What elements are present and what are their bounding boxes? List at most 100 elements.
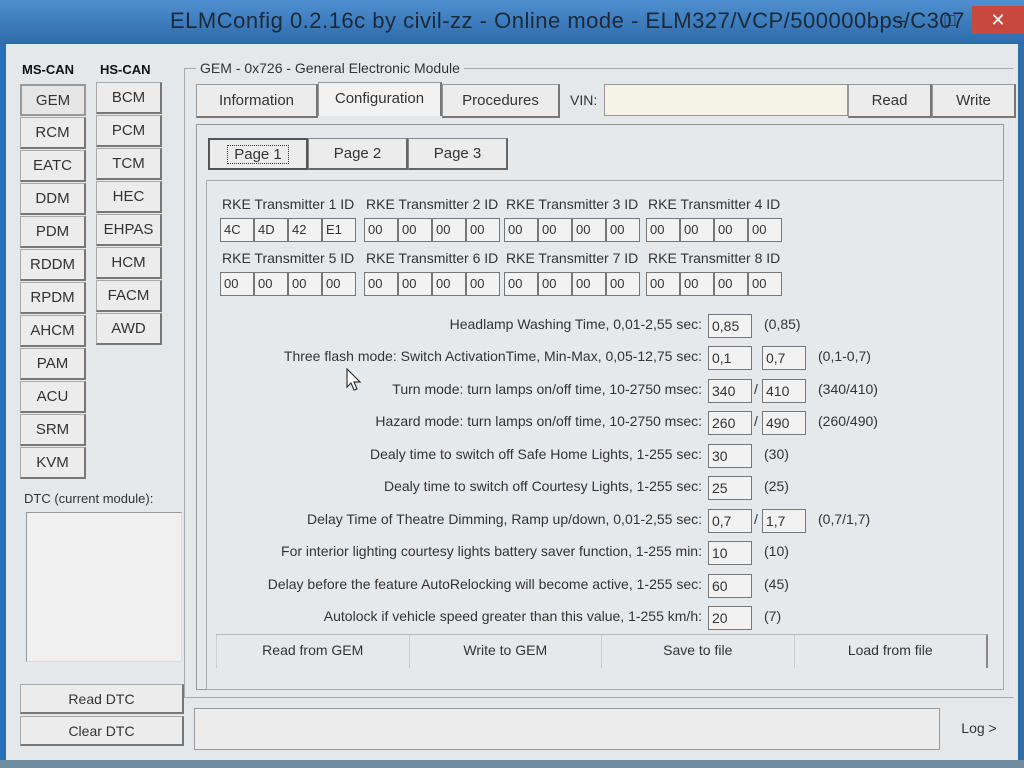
param-turn-mode-on-input[interactable]: 340 xyxy=(708,379,752,403)
page-2-tab[interactable]: Page 2 xyxy=(308,138,408,170)
write-to-gem-button[interactable]: Write to GEM xyxy=(408,635,602,668)
param-autorelock-input[interactable]: 60 xyxy=(708,574,752,598)
mouse-cursor-icon xyxy=(346,367,362,395)
param-three-flash-max-input[interactable]: 0,7 xyxy=(762,346,806,370)
rke-8-id: 00 00 00 00 xyxy=(646,272,782,296)
param-autolock-input[interactable]: 20 xyxy=(708,606,752,630)
dtc-list[interactable] xyxy=(26,512,182,662)
vin-field[interactable] xyxy=(604,84,848,116)
rke-5-byte-1[interactable]: 00 xyxy=(220,272,254,296)
page-1-label: Page 1 xyxy=(227,145,289,164)
param-headlamp-input[interactable]: 0,85 xyxy=(708,314,752,338)
rke-8-byte-4[interactable]: 00 xyxy=(748,272,782,296)
save-to-file-button[interactable]: Save to file xyxy=(601,635,794,668)
rke-2-id: 00 00 00 00 xyxy=(364,218,500,242)
rke-6-byte-1[interactable]: 00 xyxy=(364,272,398,296)
rke-1-byte-2[interactable]: 4D xyxy=(254,218,288,242)
module-rddm-button[interactable]: RDDM xyxy=(20,249,86,281)
rke-6-byte-4[interactable]: 00 xyxy=(466,272,500,296)
param-theatre-dimming-slash: / xyxy=(754,511,758,527)
rke-6-byte-3[interactable]: 00 xyxy=(432,272,466,296)
rke-7-byte-2[interactable]: 00 xyxy=(538,272,572,296)
log-button[interactable]: Log > xyxy=(944,706,1014,750)
tab-information[interactable]: Information xyxy=(196,84,318,118)
module-ahcm-button[interactable]: AHCM xyxy=(20,315,86,347)
param-courtesy-input[interactable]: 25 xyxy=(708,476,752,500)
rke-5-byte-4[interactable]: 00 xyxy=(322,272,356,296)
module-srm-button[interactable]: SRM xyxy=(20,414,86,446)
rke-2-byte-3[interactable]: 00 xyxy=(432,218,466,242)
rke-6-label: RKE Transmitter 6 ID xyxy=(366,250,499,266)
param-courtesy-label: Dealy time to switch off Courtesy Lights… xyxy=(384,478,702,494)
tab-configuration[interactable]: Configuration xyxy=(318,82,442,116)
rke-2-byte-1[interactable]: 00 xyxy=(364,218,398,242)
page-1-tab[interactable]: Page 1 xyxy=(208,138,308,170)
module-pcm-button[interactable]: PCM xyxy=(96,115,162,147)
close-button[interactable]: ✕ xyxy=(972,6,1024,34)
rke-3-byte-2[interactable]: 00 xyxy=(538,218,572,242)
rke-4-label: RKE Transmitter 4 ID xyxy=(648,196,781,212)
rke-2-byte-2[interactable]: 00 xyxy=(398,218,432,242)
rke-4-byte-3[interactable]: 00 xyxy=(714,218,748,242)
rke-8-byte-2[interactable]: 00 xyxy=(680,272,714,296)
rke-1-byte-4[interactable]: E1 xyxy=(322,218,356,242)
read-from-gem-button[interactable]: Read from GEM xyxy=(216,635,409,668)
param-hazard-mode-on-input[interactable]: 260 xyxy=(708,411,752,435)
rke-1-byte-1[interactable]: 4C xyxy=(220,218,254,242)
module-gem-button[interactable]: GEM xyxy=(20,84,86,116)
load-from-file-button[interactable]: Load from file xyxy=(793,635,987,668)
rke-6-id: 00 00 00 00 xyxy=(364,272,500,296)
rke-4-byte-4[interactable]: 00 xyxy=(748,218,782,242)
rke-7-byte-4[interactable]: 00 xyxy=(606,272,640,296)
rke-3-byte-3[interactable]: 00 xyxy=(572,218,606,242)
tab-procedures[interactable]: Procedures xyxy=(442,84,560,118)
module-pam-button[interactable]: PAM xyxy=(20,348,86,380)
maximize-button[interactable]: □ xyxy=(930,6,970,34)
module-ddm-button[interactable]: DDM xyxy=(20,183,86,215)
param-three-flash-min-input[interactable]: 0,1 xyxy=(708,346,752,370)
module-bcm-button[interactable]: BCM xyxy=(96,82,162,114)
param-autorelock-label: Delay before the feature AutoRelocking w… xyxy=(267,576,702,592)
rke-7-byte-3[interactable]: 00 xyxy=(572,272,606,296)
rke-4-byte-2[interactable]: 00 xyxy=(680,218,714,242)
rke-8-byte-3[interactable]: 00 xyxy=(714,272,748,296)
module-rcm-button[interactable]: RCM xyxy=(20,117,86,149)
module-tcm-button[interactable]: TCM xyxy=(96,148,162,180)
rke-3-byte-4[interactable]: 00 xyxy=(606,218,640,242)
clear-dtc-button[interactable]: Clear DTC xyxy=(20,716,184,746)
module-rpdm-button[interactable]: RPDM xyxy=(20,282,86,314)
rke-5-byte-2[interactable]: 00 xyxy=(254,272,288,296)
rke-6-byte-2[interactable]: 00 xyxy=(398,272,432,296)
rke-5-byte-3[interactable]: 00 xyxy=(288,272,322,296)
module-acu-button[interactable]: ACU xyxy=(20,381,86,413)
param-hazard-mode-label: Hazard mode: turn lamps on/off time, 10-… xyxy=(375,413,702,429)
param-theatre-dimming-down-input[interactable]: 1,7 xyxy=(762,509,806,533)
rke-4-byte-1[interactable]: 00 xyxy=(646,218,680,242)
module-ehpas-button[interactable]: EHPAS xyxy=(96,214,162,246)
rke-2-byte-4[interactable]: 00 xyxy=(466,218,500,242)
param-autorelock-default: (45) xyxy=(764,576,789,592)
param-theatre-dimming-label: Delay Time of Theatre Dimming, Ramp up/d… xyxy=(306,511,702,527)
vin-write-button[interactable]: Write xyxy=(932,84,1016,118)
param-hazard-mode-off-input[interactable]: 490 xyxy=(762,411,806,435)
minimize-button[interactable]: – xyxy=(880,6,920,34)
param-theatre-dimming-up-input[interactable]: 0,7 xyxy=(708,509,752,533)
rke-8-byte-1[interactable]: 00 xyxy=(646,272,680,296)
param-safe-home-input[interactable]: 30 xyxy=(708,444,752,468)
param-turn-mode-off-input[interactable]: 410 xyxy=(762,379,806,403)
page-3-tab[interactable]: Page 3 xyxy=(408,138,508,170)
param-safe-home-default: (30) xyxy=(764,446,789,462)
param-battery-saver-input[interactable]: 10 xyxy=(708,541,752,565)
read-dtc-button[interactable]: Read DTC xyxy=(20,684,184,714)
module-hcm-button[interactable]: HCM xyxy=(96,247,162,279)
rke-7-byte-1[interactable]: 00 xyxy=(504,272,538,296)
rke-3-byte-1[interactable]: 00 xyxy=(504,218,538,242)
module-facm-button[interactable]: FACM xyxy=(96,280,162,312)
module-eatc-button[interactable]: EATC xyxy=(20,150,86,182)
module-awd-button[interactable]: AWD xyxy=(96,313,162,345)
module-hec-button[interactable]: HEC xyxy=(96,181,162,213)
module-pdm-button[interactable]: PDM xyxy=(20,216,86,248)
rke-1-byte-3[interactable]: 42 xyxy=(288,218,322,242)
vin-read-button[interactable]: Read xyxy=(848,84,932,118)
module-kvm-button[interactable]: KVM xyxy=(20,447,86,479)
